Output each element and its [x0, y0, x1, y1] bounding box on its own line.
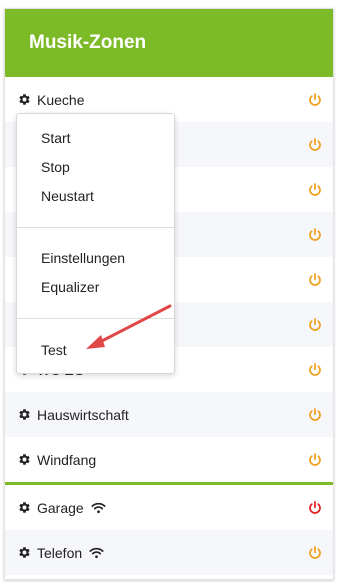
annotation-arrow: [86, 304, 172, 349]
